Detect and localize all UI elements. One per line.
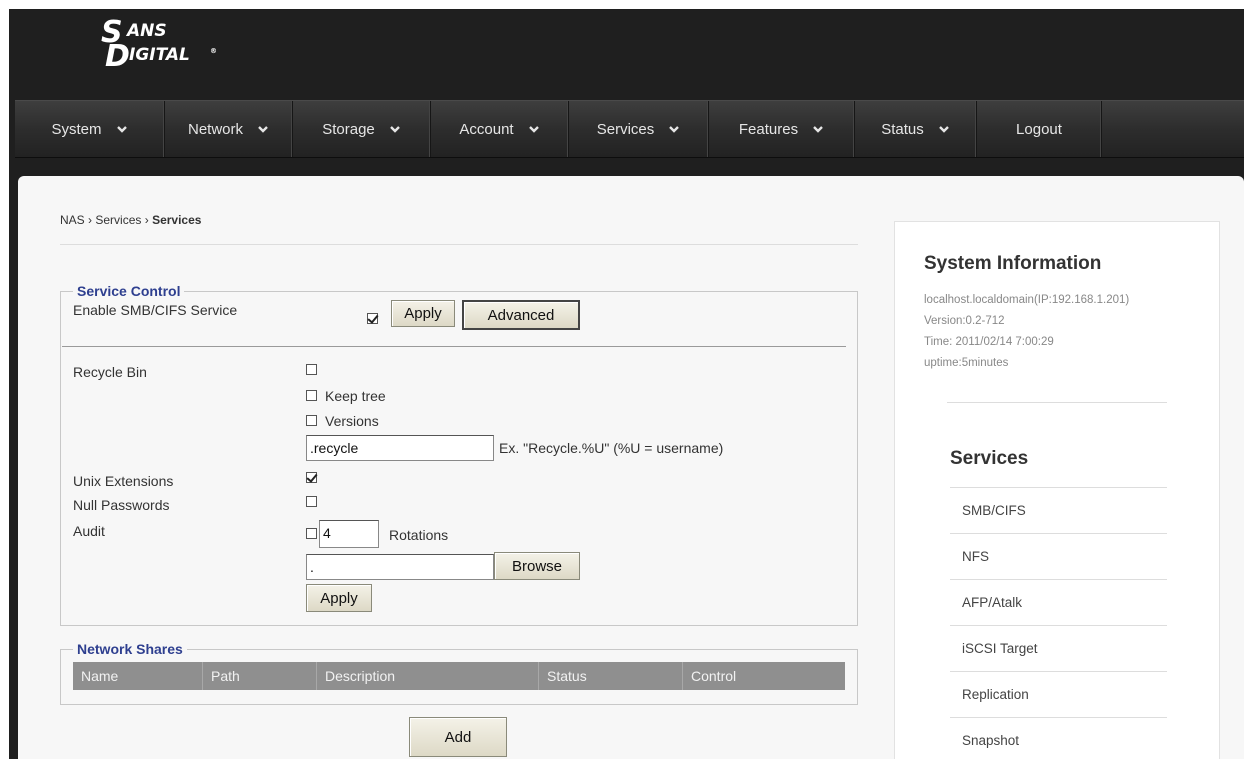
service-link-snapshot[interactable]: Snapshot [950, 717, 1167, 759]
rotations-input[interactable]: 4 [319, 520, 379, 548]
browse-button[interactable]: Browse [494, 552, 580, 580]
column-header-description[interactable]: Description [317, 662, 539, 690]
enable-smb-label: Enable SMB/CIFS Service [73, 302, 238, 318]
column-header-control[interactable]: Control [683, 662, 845, 690]
apply-audit-button[interactable]: Apply [306, 584, 372, 612]
nav-label: Storage [322, 120, 375, 138]
network-shares-legend: Network Shares [73, 641, 187, 657]
versions-checkbox[interactable] [306, 415, 317, 426]
nav-item-status[interactable]: Status [855, 101, 977, 157]
breadcrumb-current: Services [152, 213, 202, 227]
recycle-hint: Ex. "Recycle.%U" (%U = username) [499, 440, 724, 456]
breadcrumb-separator: › [144, 213, 149, 227]
keep-tree-checkbox[interactable] [306, 390, 317, 401]
unix-extensions-label: Unix Extensions [73, 473, 174, 489]
recycle-bin-checkbox[interactable] [306, 364, 317, 375]
service-control-panel: Service Control Enable SMB/CIFS Service … [60, 283, 858, 626]
service-control-legend: Service Control [73, 283, 185, 299]
service-link-iscsi-target[interactable]: iSCSI Target [950, 625, 1167, 671]
service-link-nfs[interactable]: NFS [950, 533, 1167, 579]
sans-digital-logo: S ANS D IGITAL ® [101, 15, 217, 74]
versions-label: Versions [325, 413, 379, 429]
service-link-afp-atalk[interactable]: AFP/Atalk [950, 579, 1167, 625]
nav-item-services[interactable]: Services [569, 101, 709, 157]
app-frame: S ANS D IGITAL ® System Network Storage … [9, 9, 1244, 759]
system-information-title: System Information [924, 253, 1102, 274]
chevron-down-icon [668, 123, 680, 135]
divider [60, 244, 858, 245]
unix-extensions-checkbox[interactable] [306, 472, 317, 483]
recycle-bin-label: Recycle Bin [73, 364, 147, 380]
null-passwords-label: Null Passwords [73, 497, 170, 513]
divider [947, 402, 1167, 403]
breadcrumb: NAS › Services › Services [60, 213, 201, 227]
divider [62, 346, 846, 347]
nav-item-features[interactable]: Features [709, 101, 855, 157]
audit-checkbox[interactable] [306, 528, 317, 539]
network-shares-panel: Network Shares Name Path Description Sta… [60, 641, 858, 705]
host-info: localhost.localdomain(IP:192.168.1.201) [924, 294, 1130, 306]
breadcrumb-parent[interactable]: Services [95, 213, 141, 227]
breadcrumb-root[interactable]: NAS [60, 213, 85, 227]
version-info: Version:0.2-712 [924, 315, 1005, 327]
chevron-down-icon [938, 123, 950, 135]
null-passwords-checkbox[interactable] [306, 496, 317, 507]
nav-label: Network [187, 120, 243, 138]
recycle-directory-input[interactable]: .recycle [306, 435, 494, 461]
chevron-down-icon [528, 123, 540, 135]
services-title: Services [950, 448, 1029, 469]
nav-item-storage[interactable]: Storage [293, 101, 431, 157]
chevron-down-icon [389, 123, 401, 135]
main-content: NAS › Services › Services Service Contro… [18, 176, 1244, 759]
service-link-smb-cifs[interactable]: SMB/CIFS [950, 487, 1167, 533]
service-link-replication[interactable]: Replication [950, 671, 1167, 717]
sidebar: System Information localhost.localdomain… [894, 221, 1220, 759]
uptime-info: uptime:5minutes [924, 357, 1009, 369]
audit-path-input[interactable]: . [306, 554, 494, 580]
nav-item-system[interactable]: System [15, 101, 165, 157]
main-nav: System Network Storage Account Services … [15, 100, 1244, 158]
shares-table-header: Name Path Description Status Control [73, 662, 845, 690]
add-share-button[interactable]: Add [409, 717, 507, 757]
nav-label: Logout [1016, 120, 1062, 138]
breadcrumb-separator: › [88, 213, 93, 227]
chevron-down-icon [812, 123, 824, 135]
column-header-status[interactable]: Status [539, 662, 683, 690]
keep-tree-label: Keep tree [325, 388, 386, 404]
nav-item-network[interactable]: Network [165, 101, 293, 157]
advanced-button[interactable]: Advanced [462, 300, 580, 330]
column-header-name[interactable]: Name [73, 662, 203, 690]
nav-label: Status [881, 120, 924, 138]
nav-label: Account [459, 120, 514, 138]
rotations-label: Rotations [389, 527, 449, 543]
enable-smb-checkbox[interactable] [367, 313, 378, 324]
apply-button[interactable]: Apply [391, 300, 455, 327]
time-info: Time: 2011/02/14 7:00:29 [924, 336, 1054, 348]
nav-label: Features [738, 120, 799, 138]
chevron-down-icon [116, 123, 128, 135]
nav-item-logout[interactable]: Logout [977, 101, 1102, 157]
chevron-down-icon [257, 123, 269, 135]
nav-label: System [51, 120, 102, 138]
nav-label: Services [596, 120, 655, 138]
column-header-path[interactable]: Path [203, 662, 317, 690]
audit-label: Audit [73, 523, 105, 539]
nav-item-account[interactable]: Account [431, 101, 569, 157]
